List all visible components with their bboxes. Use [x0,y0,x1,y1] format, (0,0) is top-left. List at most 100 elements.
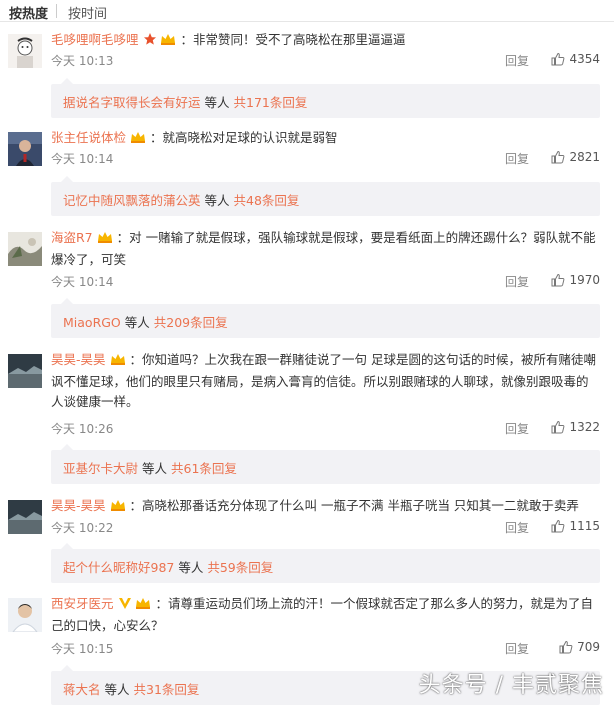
comment-text: 就高晓松对足球的认识就是弱智 [162,130,338,145]
like-count: 709 [577,640,600,654]
sub-reply-username[interactable]: MiaoRGO [63,315,121,330]
comment-meta: 今天 10:15 回复 709 [51,640,600,660]
reply-button[interactable]: 回复 [505,420,529,437]
like-count: 2821 [569,150,600,164]
like-button[interactable]: 709 [534,640,600,657]
thumbs-up-icon [551,519,565,536]
vip-crown-icon [110,498,126,518]
colon: ： [129,498,142,513]
sub-reply-username[interactable]: 蒋大名 [63,682,101,697]
comment-item: 毛哆哩啊毛哆哩 ：非常赞同！受不了高晓松在那里逼逼逼 今天 10:13 回复 4… [0,30,614,120]
like-button[interactable]: 2821 [534,150,600,167]
comment-username[interactable]: 张主任说体检 [51,130,126,145]
comment-body: 张主任说体检 ：就高晓松对足球的认识就是弱智 [51,128,600,150]
comment-item: 张主任说体检 ：就高晓松对足球的认识就是弱智 今天 10:14 回复 2821 … [0,128,614,218]
comment-text: 请尊重运动员们场上流的汗！一个假球就否定了那么多人的努力，就是为了自己的口快，心… [51,596,593,633]
vip-crown-icon [160,32,176,52]
sub-reply-username[interactable]: 亚基尔卡大尉 [63,461,138,476]
thumbs-up-icon [551,420,565,437]
reply-button[interactable]: 回复 [505,640,529,657]
like-button[interactable]: 1970 [534,273,600,290]
comment-time: 今天 10:14 [51,275,114,289]
reply-button[interactable]: 回复 [505,519,529,536]
sub-reply-mid: 等人 [178,560,204,575]
comment-body: 西安牙医元 ：请尊重运动员们场上流的汗！一个假球就否定了那么多人的努力，就是为了… [51,594,600,636]
comment-body: 昊昊-昊昊 ：高晓松那番话充分体现了什么叫 一瓶子不满 半瓶子咣当 只知其一二就… [51,496,600,518]
like-count: 1322 [569,420,600,434]
sub-reply-username[interactable]: 记忆中随风飘落的蒲公英 [63,193,201,208]
colon: ： [155,596,168,611]
watermark: 头条号 / 丰贰聚焦 [418,673,604,698]
star-badge-icon [143,32,157,52]
avatar[interactable] [8,232,42,266]
sub-replies-box: 记忆中随风飘落的蒲公英 等人 共48条回复 [51,176,600,216]
comment-text: 高晓松那番话充分体现了什么叫 一瓶子不满 半瓶子咣当 只知其一二就敢于卖弄 [142,498,579,513]
sub-replies-box: 亚基尔卡大尉 等人 共61条回复 [51,444,600,484]
like-count: 4354 [569,52,600,66]
tab-by-time[interactable]: 按时间 [68,3,107,22]
comment-time: 今天 10:15 [51,642,114,656]
sub-reply-count-link[interactable]: 共209条回复 [154,315,228,330]
comment-item: 海盗R7 ：对 一赌输了就是假球，强队输球就是假球，要是看纸面上的牌还踢什么？弱… [0,228,614,338]
sub-reply-username[interactable]: 起个什么昵称好987 [63,560,174,575]
thumbs-up-icon [551,273,565,290]
avatar[interactable] [8,132,42,166]
comment-body: 毛哆哩啊毛哆哩 ：非常赞同！受不了高晓松在那里逼逼逼 [51,30,600,52]
sort-tabs: 按热度 按时间 [0,0,614,22]
comment-username[interactable]: 海盗R7 [51,230,93,245]
comment-username[interactable]: 西安牙医元 [51,596,114,611]
like-count: 1115 [569,519,600,533]
thumbs-up-icon [551,150,565,167]
vip-crown-icon [110,352,126,372]
vip-crown-icon [130,130,146,150]
sub-reply-mid: 等人 [204,95,230,110]
vip-crown-icon [135,596,151,616]
comment-time: 今天 10:13 [51,54,114,68]
avatar[interactable] [8,500,42,534]
comment-item: 昊昊-昊昊 ：高晓松那番话充分体现了什么叫 一瓶子不满 半瓶子咣当 只知其一二就… [0,496,614,586]
sub-replies-box: 起个什么昵称好987 等人 共59条回复 [51,543,600,583]
reply-button[interactable]: 回复 [505,150,529,167]
reply-button[interactable]: 回复 [505,273,529,290]
sub-reply-mid: 等人 [124,315,150,330]
sub-reply-mid: 等人 [142,461,168,476]
comment-meta: 今天 10:14 回复 1970 [51,273,600,293]
comment-meta: 今天 10:14 回复 2821 [51,150,600,170]
comment-username[interactable]: 昊昊-昊昊 [51,352,106,367]
reply-button[interactable]: 回复 [505,52,529,69]
avatar[interactable] [8,598,42,632]
like-button[interactable]: 1322 [534,420,600,437]
comment-time: 今天 10:26 [51,422,114,436]
sub-reply-count-link[interactable]: 共171条回复 [234,95,308,110]
comment-item: 昊昊-昊昊 ：你知道吗？上次我在跟一群赌徒说了一句 足球是圆的这句话的时候，被所… [0,350,614,484]
comment-body: 海盗R7 ：对 一赌输了就是假球，强队输球就是假球，要是看纸面上的牌还踢什么？弱… [51,228,600,270]
like-button[interactable]: 4354 [534,52,600,69]
avatar[interactable] [8,354,42,388]
comment-username[interactable]: 毛哆哩啊毛哆哩 [51,32,139,47]
like-button[interactable]: 1115 [534,519,600,536]
colon: ： [129,352,142,367]
sub-reply-count-link[interactable]: 共48条回复 [234,193,300,208]
sub-replies-box: MiaoRGO 等人 共209条回复 [51,298,600,338]
tab-by-popularity[interactable]: 按热度 [9,3,48,22]
comment-text: 非常赞同！受不了高晓松在那里逼逼逼 [192,32,406,47]
avatar[interactable] [8,34,42,68]
sub-reply-count-link[interactable]: 共31条回复 [134,682,200,697]
verified-v-icon [118,596,132,616]
tab-divider [56,4,57,18]
sub-reply-count-link[interactable]: 共59条回复 [207,560,273,575]
comment-text: 对 一赌输了就是假球，强队输球就是假球，要是看纸面上的牌还踢什么？弱队就不能爆冷… [51,230,596,267]
comment-meta: 今天 10:13 回复 4354 [51,52,600,72]
sub-reply-username[interactable]: 据说名字取得长会有好运 [63,95,201,110]
thumbs-up-icon [551,52,565,69]
sub-reply-mid: 等人 [204,193,230,208]
sub-replies-box: 据说名字取得长会有好运 等人 共171条回复 [51,78,600,118]
thumbs-up-icon [559,640,573,657]
colon: ： [180,32,193,47]
comment-meta: 今天 10:26 回复 1322 [51,420,600,440]
sub-reply-count-link[interactable]: 共61条回复 [171,461,237,476]
comment-meta: 今天 10:22 回复 1115 [51,519,600,539]
comment-username[interactable]: 昊昊-昊昊 [51,498,106,513]
like-count: 1970 [569,273,600,287]
colon: ： [149,130,163,145]
